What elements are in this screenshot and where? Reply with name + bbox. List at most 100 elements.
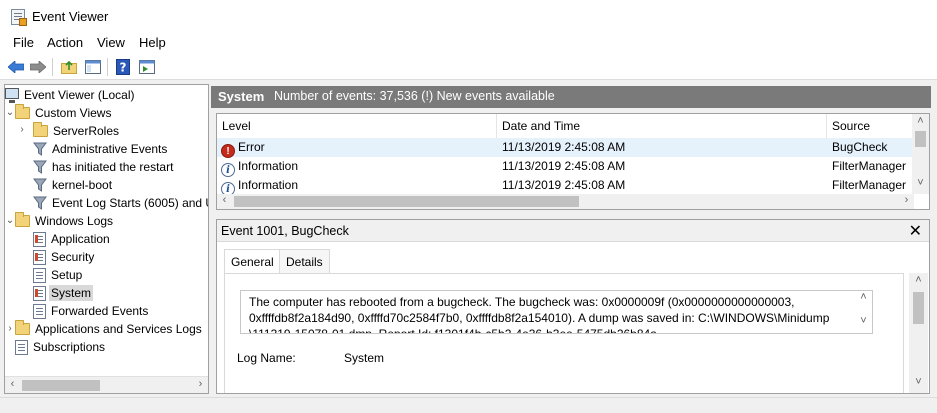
source-cell: FilterManager	[832, 159, 907, 173]
tree-item-windows-logs[interactable]: Windows Logs	[15, 212, 115, 230]
back-icon[interactable]	[6, 57, 26, 77]
log-icon	[33, 267, 46, 283]
tree-item-server-roles[interactable]: ServerRoles	[33, 122, 121, 140]
scrollbar-thumb[interactable]	[913, 292, 924, 324]
expand-icon[interactable]: ›	[5, 323, 15, 334]
tree-item-system[interactable]: System	[33, 284, 94, 302]
scrollbar-thumb[interactable]	[22, 380, 100, 391]
log-name-label: Log Name:	[237, 351, 296, 365]
table-horizontal-scrollbar[interactable]: ‹ ›	[217, 194, 914, 209]
scroll-left-icon[interactable]: ‹	[217, 194, 232, 206]
tree-item-administrative-events[interactable]: Administrative Events	[33, 140, 169, 158]
level-cell: i Information	[221, 159, 298, 177]
tree-item-setup[interactable]: Setup	[33, 266, 84, 284]
scroll-up-icon[interactable]: ˄	[913, 115, 928, 127]
level-cell: ! Error	[221, 140, 265, 158]
svg-text:?: ?	[120, 61, 127, 75]
close-icon[interactable]: ✕	[909, 221, 922, 241]
source-cell: FilterManager	[832, 178, 907, 192]
scroll-right-icon[interactable]: ›	[899, 194, 914, 206]
column-header-source[interactable]: Source	[827, 114, 914, 138]
tab-general[interactable]: General	[224, 249, 281, 274]
tree-horizontal-scrollbar[interactable]: ‹ ›	[5, 376, 208, 393]
source-cell: BugCheck	[832, 140, 888, 154]
scroll-up-icon[interactable]: ˄	[911, 274, 926, 286]
description-text: The computer has rebooted from a bugchec…	[249, 294, 849, 334]
menu-view[interactable]: View	[95, 35, 127, 50]
events-table: Level Date and Time Source ! Error 11/13/…	[216, 113, 930, 210]
level-text: Information	[238, 178, 299, 192]
forward-icon[interactable]	[28, 57, 48, 77]
up-folder-icon[interactable]	[59, 57, 79, 77]
scroll-up-icon[interactable]: ˄	[856, 291, 871, 303]
tree-item-security[interactable]: Security	[33, 248, 96, 266]
event-description[interactable]: The computer has rebooted from a bugchec…	[240, 290, 873, 334]
description-line: The computer has rebooted from a bugchec…	[249, 295, 795, 309]
tree-item-has-initiated-restart[interactable]: has initiated the restart	[33, 158, 175, 176]
column-header-date-time[interactable]: Date and Time	[497, 114, 827, 138]
title-bar: Event Viewer	[0, 0, 937, 33]
table-row[interactable]: i Information 11/13/2019 2:45:08 AM Filte…	[217, 157, 914, 177]
datetime-cell: 11/13/2019 2:45:08 AM	[502, 178, 626, 192]
scroll-down-icon[interactable]: ˅	[911, 376, 926, 388]
table-row[interactable]: i Information 11/13/2019 2:45:08 AM Filte…	[217, 176, 914, 196]
general-tab-panel: The computer has rebooted from a bugchec…	[224, 273, 904, 393]
event-detail-pane: Event 1001, BugCheck ✕ General Details T…	[216, 219, 930, 394]
description-line: 0xffffdb8f2a184d90, 0xffffd70c2584f7b0, …	[249, 311, 830, 325]
event-viewer-app-icon	[11, 9, 27, 26]
table-header: Level Date and Time Source	[217, 114, 914, 138]
datetime-cell: 11/13/2019 2:45:08 AM	[502, 140, 626, 154]
description-scrollbar[interactable]: ˄ ˅	[855, 291, 872, 333]
toolbar: ?	[0, 53, 937, 80]
menu-action[interactable]: Action	[45, 35, 85, 50]
tree-item-custom-views[interactable]: Custom Views	[15, 104, 113, 122]
folder-icon	[15, 212, 30, 227]
log-name-value: System	[344, 351, 385, 365]
tree-item-event-viewer-local[interactable]: Event Viewer (Local)	[5, 86, 137, 104]
show-tree-icon[interactable]	[83, 57, 103, 77]
window-title: Event Viewer	[32, 9, 109, 24]
expand-icon[interactable]: ›	[17, 124, 27, 135]
filter-icon	[33, 160, 47, 174]
menu-file[interactable]: File	[11, 35, 36, 50]
description-line: \111319-15078-01.dmp. Report Id: f1301f4…	[249, 327, 661, 334]
action-pane-icon[interactable]	[137, 57, 157, 77]
table-vertical-scrollbar[interactable]: ˄ ˅	[912, 114, 929, 194]
scrollbar-thumb[interactable]	[915, 131, 926, 147]
folder-icon	[33, 122, 48, 137]
scroll-down-icon[interactable]: ˅	[856, 315, 871, 327]
menu-help[interactable]: Help	[137, 35, 168, 50]
tree-item-kernel-boot[interactable]: kernel-boot	[33, 176, 114, 194]
folder-icon	[15, 320, 30, 335]
datetime-cell: 11/13/2019 2:45:08 AM	[502, 159, 626, 173]
subscriptions-icon	[15, 339, 28, 355]
log-icon	[33, 249, 46, 265]
scrollbar-thumb[interactable]	[234, 196, 579, 207]
filter-icon	[33, 178, 47, 192]
detail-vertical-scrollbar[interactable]: ˄ ˅	[909, 273, 928, 393]
detail-title: Event 1001, BugCheck	[221, 224, 349, 238]
tree-item-event-log-starts[interactable]: Event Log Starts (6005) and U	[33, 194, 208, 212]
navigation-tree: Event Viewer (Local) ⌄ Custom Views › Se…	[4, 84, 209, 394]
column-header-level[interactable]: Level	[217, 114, 497, 138]
error-icon: !	[221, 144, 235, 158]
tab-details[interactable]: Details	[279, 249, 330, 273]
log-header-bar: System Number of events: 37,536 (!) New …	[211, 86, 931, 108]
collapse-icon[interactable]: ⌄	[5, 107, 15, 118]
computer-icon	[5, 88, 19, 103]
level-text: Information	[238, 159, 299, 173]
help-icon[interactable]: ?	[113, 57, 133, 77]
scroll-left-icon[interactable]: ‹	[5, 378, 20, 390]
tree-item-applications-and-services-logs[interactable]: Applications and Services Logs	[15, 320, 204, 338]
tree-item-application[interactable]: Application	[33, 230, 112, 248]
folder-icon	[15, 104, 30, 119]
table-row[interactable]: ! Error 11/13/2019 2:45:08 AM BugCheck	[217, 138, 914, 158]
tree-item-forwarded-events[interactable]: Forwarded Events	[33, 302, 150, 320]
toolbar-separator	[52, 58, 53, 76]
scroll-down-icon[interactable]: ˅	[913, 177, 928, 189]
level-text: Error	[238, 140, 265, 154]
scroll-right-icon[interactable]: ›	[193, 378, 208, 390]
tree-item-subscriptions[interactable]: Subscriptions	[15, 338, 107, 356]
log-icon	[33, 285, 46, 301]
collapse-icon[interactable]: ⌄	[5, 215, 15, 226]
